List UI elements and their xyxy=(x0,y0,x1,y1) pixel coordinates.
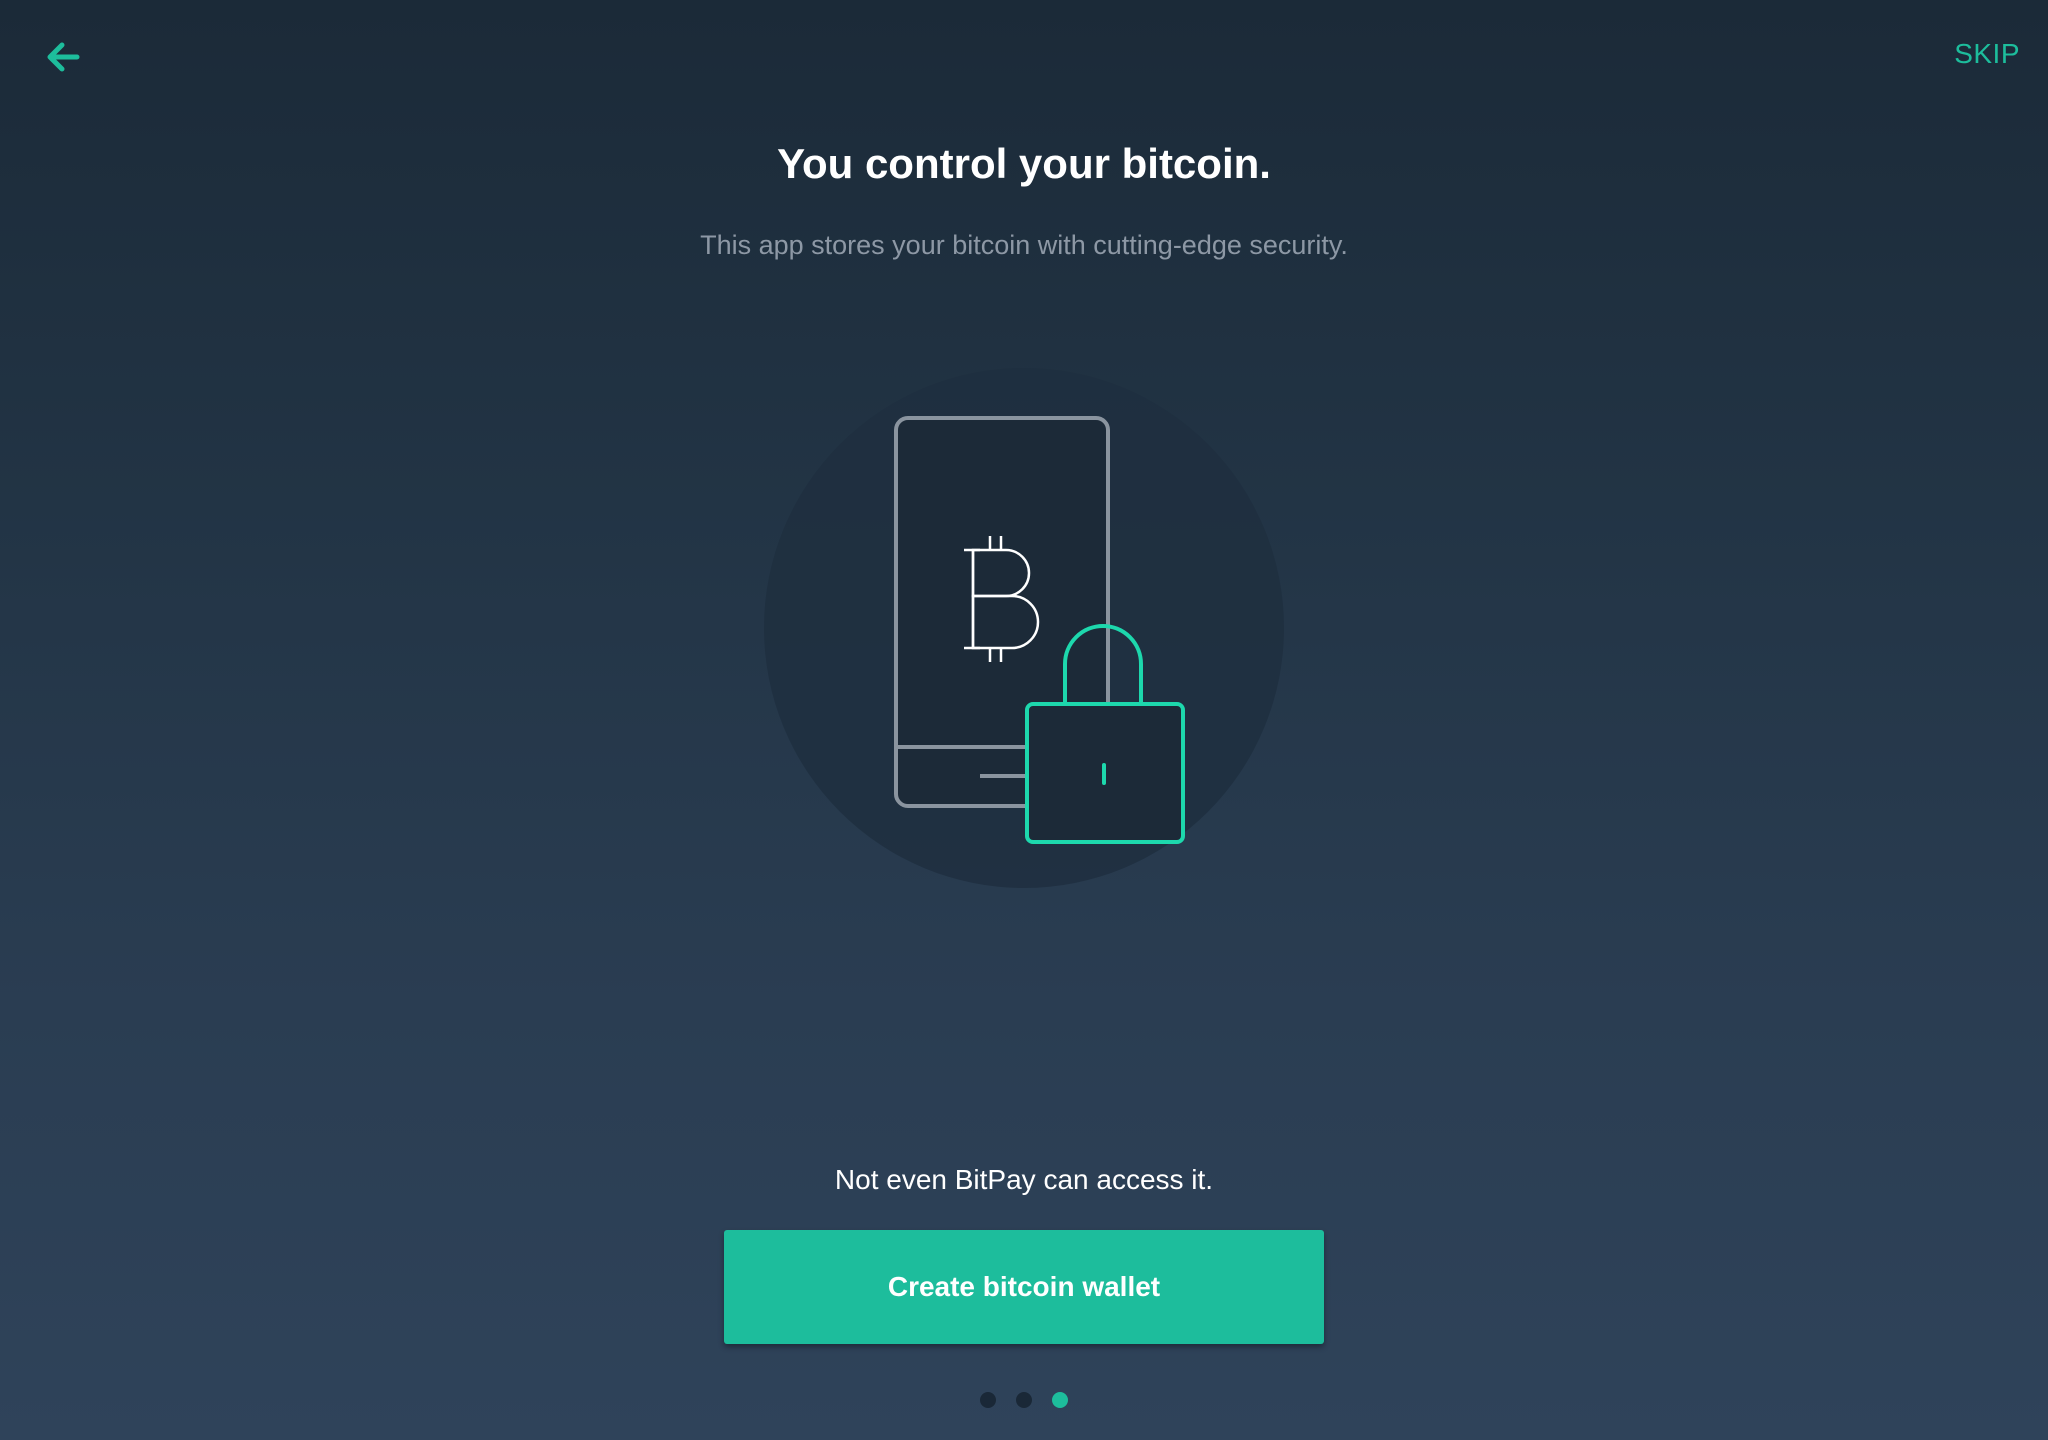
page-dot-1[interactable] xyxy=(980,1392,996,1408)
page-subtitle: This app stores your bitcoin with cuttin… xyxy=(700,230,1348,260)
back-button[interactable] xyxy=(36,30,90,84)
create-wallet-button[interactable]: Create bitcoin wallet xyxy=(724,1230,1324,1344)
page-dot-3-active[interactable] xyxy=(1052,1392,1068,1408)
page-title: You control your bitcoin. xyxy=(777,140,1271,187)
page-indicator xyxy=(0,1392,2048,1408)
skip-button[interactable]: SKIP xyxy=(1954,38,2020,70)
page-dot-2[interactable] xyxy=(1016,1392,1032,1408)
security-illustration xyxy=(764,368,1284,888)
arrow-left-icon xyxy=(47,42,80,72)
privacy-caption: Not even BitPay can access it. xyxy=(834,1164,1214,1195)
